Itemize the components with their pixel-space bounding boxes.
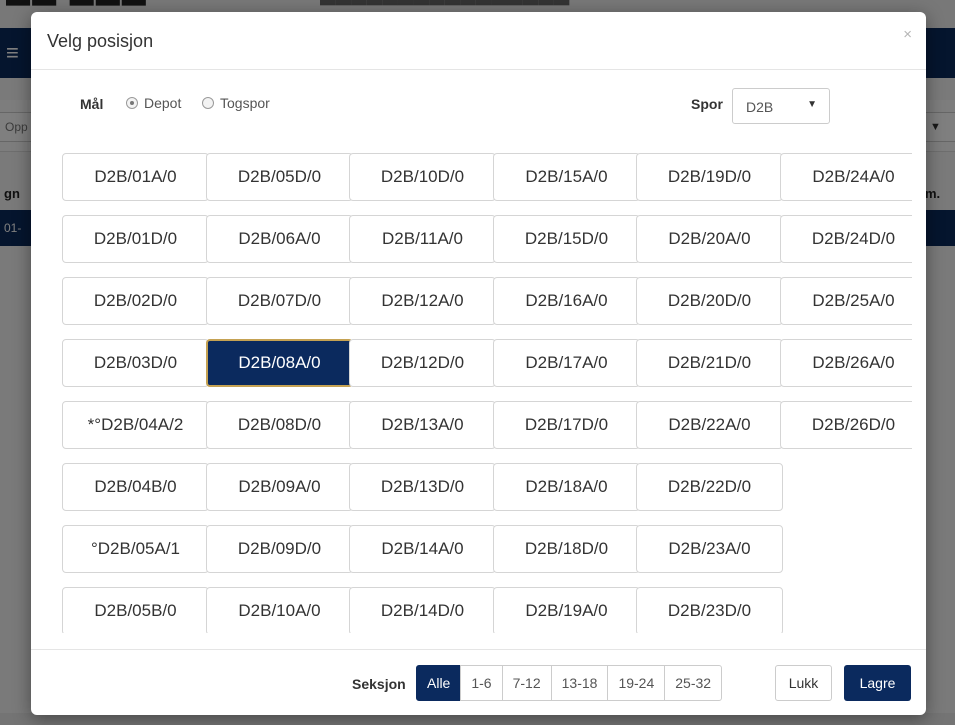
position-button[interactable]: D2B/08D/0	[206, 401, 353, 449]
position-button[interactable]: D2B/06A/0	[206, 215, 353, 263]
position-button[interactable]: D2B/23D/0	[636, 587, 783, 633]
position-button[interactable]: D2B/05D/0	[206, 153, 353, 201]
section-button[interactable]: 19-24	[607, 665, 666, 701]
position-picker-modal: Velg posisjon × Mål Depot Togspor Spor D…	[31, 12, 926, 715]
position-button[interactable]: D2B/14A/0	[349, 525, 496, 573]
position-button[interactable]: D2B/21D/0	[636, 339, 783, 387]
position-button[interactable]: D2B/04B/0	[62, 463, 209, 511]
position-button[interactable]: D2B/15A/0	[493, 153, 640, 201]
position-button[interactable]: D2B/10A/0	[206, 587, 353, 633]
radio-togspor[interactable]: Togspor	[202, 95, 270, 111]
position-button[interactable]: D2B/10D/0	[349, 153, 496, 201]
position-button[interactable]: D2B/12D/0	[349, 339, 496, 387]
save-button[interactable]: Lagre	[844, 665, 911, 701]
position-button[interactable]: D2B/17A/0	[493, 339, 640, 387]
position-button[interactable]: D2B/26D/0	[780, 401, 912, 449]
position-button[interactable]: D2B/15D/0	[493, 215, 640, 263]
position-button[interactable]: D2B/18A/0	[493, 463, 640, 511]
close-button[interactable]: Lukk	[775, 665, 832, 701]
position-button[interactable]: D2B/19A/0	[493, 587, 640, 633]
position-button[interactable]: D2B/20D/0	[636, 277, 783, 325]
position-button[interactable]: D2B/13D/0	[349, 463, 496, 511]
position-button[interactable]: *°D2B/04A/2	[62, 401, 209, 449]
position-button[interactable]: D2B/25A/0	[780, 277, 912, 325]
position-button[interactable]: D2B/16A/0	[493, 277, 640, 325]
position-button[interactable]: D2B/05B/0	[62, 587, 209, 633]
section-filter-group: Alle 1-6 7-12 13-18 19-24 25-32	[416, 665, 723, 701]
position-button[interactable]: D2B/20A/0	[636, 215, 783, 263]
position-button[interactable]: D2B/17D/0	[493, 401, 640, 449]
position-button[interactable]: °D2B/05A/1	[62, 525, 209, 573]
radio-unchecked-icon[interactable]	[202, 97, 214, 109]
modal-title: Velg posisjon	[47, 31, 154, 51]
position-button[interactable]: D2B/09D/0	[206, 525, 353, 573]
radio-depot[interactable]: Depot	[126, 95, 181, 111]
close-icon[interactable]: ×	[903, 26, 912, 43]
track-select[interactable]: D2B ▼	[732, 88, 830, 124]
position-button[interactable]: D2B/08A/0	[206, 339, 353, 387]
position-button[interactable]: D2B/19D/0	[636, 153, 783, 201]
position-button[interactable]: D2B/22D/0	[636, 463, 783, 511]
section-button[interactable]: 1-6	[460, 665, 503, 701]
position-button[interactable]: D2B/26A/0	[780, 339, 912, 387]
position-button[interactable]: D2B/13A/0	[349, 401, 496, 449]
position-button[interactable]: D2B/24A/0	[780, 153, 912, 201]
radio-togspor-label: Togspor	[220, 95, 270, 111]
section-label: Seksjon	[352, 676, 406, 692]
position-button[interactable]: D2B/01A/0	[62, 153, 209, 201]
position-button[interactable]: D2B/24D/0	[780, 215, 912, 263]
caret-down-icon: ▼	[807, 99, 817, 110]
position-button[interactable]: D2B/02D/0	[62, 277, 209, 325]
position-button[interactable]: D2B/14D/0	[349, 587, 496, 633]
track-label: Spor	[691, 96, 723, 112]
position-button[interactable]: D2B/18D/0	[493, 525, 640, 573]
position-button[interactable]: D2B/23A/0	[636, 525, 783, 573]
track-select-value: D2B	[746, 99, 774, 115]
position-button[interactable]: D2B/11A/0	[349, 215, 496, 263]
position-button[interactable]: D2B/01D/0	[62, 215, 209, 263]
radio-checked-icon[interactable]	[126, 97, 138, 109]
section-button[interactable]: Alle	[416, 665, 462, 701]
modal-header: Velg posisjon ×	[31, 12, 926, 70]
section-button[interactable]: 7-12	[501, 665, 552, 701]
position-button[interactable]: D2B/03D/0	[62, 339, 209, 387]
position-button[interactable]: D2B/22A/0	[636, 401, 783, 449]
position-button[interactable]: D2B/09A/0	[206, 463, 353, 511]
section-button[interactable]: 25-32	[664, 665, 723, 701]
position-grid: D2B/01A/0 D2B/01D/0 D2B/02D/0 D2B/03D/0 *°D2…	[62, 153, 912, 633]
section-button[interactable]: 13-18	[550, 665, 609, 701]
target-label: Mål	[80, 96, 104, 112]
position-button[interactable]: D2B/12A/0	[349, 277, 496, 325]
position-button[interactable]: D2B/07D/0	[206, 277, 353, 325]
radio-depot-label: Depot	[144, 95, 182, 111]
